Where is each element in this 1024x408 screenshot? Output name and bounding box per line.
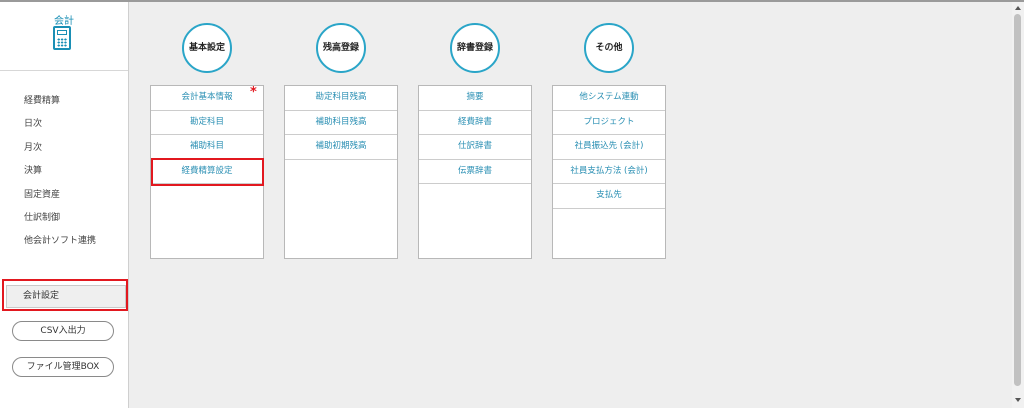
link-item[interactable]: 補助初期残高 (285, 135, 397, 160)
sidebar-title: 会計 (54, 16, 74, 27)
link-list: 摘要 経費辞書 仕訳辞書 伝票辞書 (418, 85, 532, 259)
sidebar-item-closing[interactable]: 決算 (0, 160, 128, 183)
link-item[interactable]: 経費辞書 (419, 111, 531, 135)
scroll-thumb[interactable] (1014, 14, 1021, 386)
sidebar-menu: 経費精算 日次 月次 決算 固定資産 仕訳制御 他会計ソフト連携 (0, 90, 128, 254)
highlight-box (2, 279, 128, 311)
required-asterisk-icon: * (250, 85, 257, 100)
sidebar-item-other-software[interactable]: 他会計ソフト連携 (0, 230, 128, 253)
link-list: 他システム連動 プロジェクト 社員振込先 (会計) 社員支払方法 (会計) 支払… (552, 85, 666, 259)
link-list: 勘定科目残高 補助科目残高 補助初期残高 (284, 85, 398, 259)
column-title: 残高登録 (316, 23, 366, 73)
scroll-up-icon[interactable] (1015, 6, 1021, 10)
link-item[interactable]: 摘要 (419, 86, 531, 111)
column-title: その他 (584, 23, 634, 73)
sidebar-item-monthly[interactable]: 月次 (0, 137, 128, 160)
highlight-box (151, 158, 264, 186)
file-box-button[interactable]: ファイル管理BOX (12, 357, 114, 377)
main-area: 基本設定 会計基本情報 勘定科目 補助科目 経費精算設定 * 残高登録 勘定科目… (129, 2, 1012, 408)
sidebar-header: 会計 (0, 2, 128, 71)
sidebar-item-expense[interactable]: 経費精算 (0, 90, 128, 113)
calculator-icon (53, 26, 71, 50)
sidebar-item-journal-control[interactable]: 仕訳制御 (0, 207, 128, 230)
vertical-scrollbar[interactable] (1012, 2, 1024, 408)
csv-io-button[interactable]: CSV入出力 (12, 321, 114, 341)
link-item[interactable]: 勘定科目 (151, 111, 263, 135)
column-title: 基本設定 (182, 23, 232, 73)
link-item[interactable]: 支払先 (553, 184, 665, 209)
link-item[interactable]: 他システム連動 (553, 86, 665, 111)
scroll-down-icon[interactable] (1015, 398, 1021, 402)
link-item[interactable]: 会計基本情報 (151, 86, 263, 111)
link-item[interactable]: 伝票辞書 (419, 160, 531, 184)
link-item[interactable]: プロジェクト (553, 111, 665, 135)
column-title: 辞書登録 (450, 23, 500, 73)
link-item[interactable]: 社員振込先 (会計) (553, 135, 665, 160)
sidebar-item-daily[interactable]: 日次 (0, 113, 128, 136)
link-item[interactable]: 社員支払方法 (会計) (553, 160, 665, 184)
sidebar-item-fixed-assets[interactable]: 固定資産 (0, 184, 128, 207)
sidebar: 会計 経費精算 日次 月次 決算 固定資産 仕訳制御 他会計ソフト連携 会計設定… (0, 2, 129, 408)
link-item[interactable]: 補助科目 (151, 135, 263, 160)
link-item[interactable]: 勘定科目残高 (285, 86, 397, 111)
link-item[interactable]: 仕訳辞書 (419, 135, 531, 160)
link-item[interactable]: 補助科目残高 (285, 111, 397, 135)
